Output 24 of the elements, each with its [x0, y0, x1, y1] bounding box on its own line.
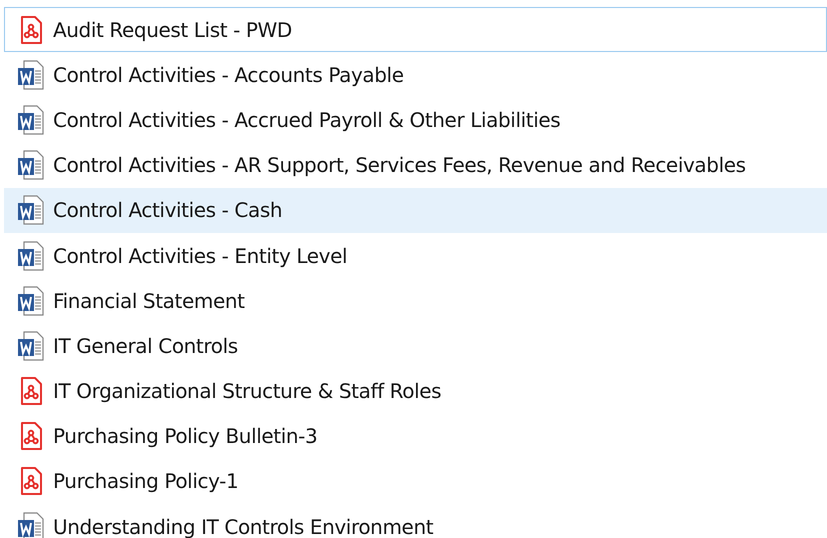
file-name: IT General Controls [53, 332, 238, 360]
file-row[interactable]: Control Activities - Accounts Payable [4, 52, 827, 98]
file-name: Financial Statement [53, 288, 245, 315]
file-row[interactable]: IT Organizational Structure & Staff Roles [4, 368, 827, 414]
file-row[interactable]: IT General Controls [4, 323, 827, 368]
file-row[interactable]: Control Activities - Cash [4, 188, 827, 233]
file-row[interactable]: Purchasing Policy Bulletin-3 [4, 414, 827, 459]
file-row[interactable]: Financial Statement [4, 278, 827, 324]
file-name: Control Activities - Entity Level [53, 242, 348, 270]
file-row[interactable]: Purchasing Policy-1 [4, 458, 827, 504]
file-row[interactable]: Control Activities - Entity Level [4, 232, 827, 278]
file-row[interactable]: Audit Request List - PWD [4, 7, 827, 52]
file-name: Understanding IT Controls Environment [53, 514, 434, 538]
file-name: Control Activities - AR Support, Services Fees, Revenue and Receivables [53, 152, 746, 180]
file-name: Audit Request List - PWD [53, 16, 292, 44]
file-name: Control Activities - Cash [53, 197, 282, 224]
file-name: Purchasing Policy-1 [53, 468, 238, 496]
file-row[interactable]: Control Activities - Accrued Payroll & Other Liabilities [4, 97, 827, 143]
file-name: Control Activities - Accounts Payable [53, 62, 404, 89]
file-name: Control Activities - Accrued Payroll & Other Liabilities [53, 106, 560, 134]
file-name: Purchasing Policy Bulletin-3 [53, 423, 318, 450]
file-row[interactable]: Control Activities - AR Support, Services Fees, Revenue and Receivables [4, 142, 827, 188]
file-name: IT Organizational Structure & Staff Roles [53, 378, 442, 406]
file-row[interactable]: Understanding IT Controls Environment [4, 504, 827, 538]
